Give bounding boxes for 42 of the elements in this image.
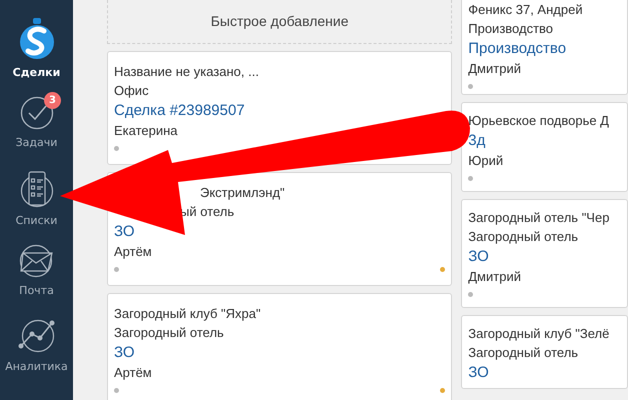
checkmark-circle-icon — [20, 96, 54, 130]
deal-card[interactable]: Загородный отель "Чер Загородный отель ЗО Дмитрий — [461, 199, 628, 308]
mail-envelope-icon — [18, 244, 54, 278]
owner-name: Екатерина — [114, 123, 178, 138]
list-document-icon — [20, 170, 54, 208]
deal-title: Загородный отель "Чер — [468, 210, 610, 225]
sidebar-item[interactable]: Почта — [0, 240, 73, 314]
deal-link[interactable]: ЗО — [468, 364, 489, 381]
deal-link[interactable]: Производство — [468, 40, 566, 57]
owner-name: Артём — [114, 244, 152, 259]
deal-category: Загородный отель — [468, 345, 578, 360]
deal-card[interactable]: Юрьевское подворье Д 3д Юрий — [461, 102, 628, 192]
owner-name: Дмитрий — [468, 61, 521, 76]
sidebar-item[interactable]: Сделки — [0, 6, 73, 92]
sidebar-item[interactable]: Списки — [0, 166, 73, 240]
owner-name: Юрий — [468, 153, 504, 168]
quick-add-button[interactable]: Быстрое добавление — [107, 0, 452, 44]
deal-link[interactable]: ЗО — [114, 223, 135, 240]
deal-title: Юрьевское подворье Д — [468, 113, 609, 128]
sidebar-item[interactable]: Аналитика — [0, 314, 73, 388]
deal-title: Феникс 37, Андрей — [468, 2, 583, 17]
deal-link[interactable]: ЗО — [468, 248, 489, 265]
deal-title: Загородный клуб "Яхра" — [114, 306, 261, 321]
deal-link[interactable]: 3д — [468, 132, 486, 149]
deal-category: Офис — [114, 83, 149, 98]
deal-link[interactable]: ЗО — [114, 344, 135, 361]
dollar-logo-icon — [18, 18, 54, 60]
deal-category: Производство — [468, 21, 554, 36]
sidebar-item[interactable]: Задачи 3 — [0, 92, 73, 166]
line-chart-circle-icon — [16, 318, 56, 354]
deal-card[interactable]: Загородный клуб "Зелё Загородный отель ЗО — [461, 315, 628, 389]
count-badge: 3 — [44, 92, 61, 109]
deal-category: Загородный отель — [114, 325, 224, 340]
deal-link[interactable]: Сделка #23989507 — [114, 102, 245, 119]
owner-name: Дмитрий — [468, 269, 521, 284]
deal-title: Экстримлэнд" — [200, 185, 285, 200]
deal-title: Загородный клуб "Зелё — [468, 326, 610, 341]
deal-card[interactable]: Загородный клуб "Яхра" Загородный отель ЗО Артём — [107, 293, 452, 400]
owner-name: Артём — [114, 365, 152, 380]
deal-card[interactable]: Феникс 37, Андрей Производство Производство Дмитрий — [461, 0, 628, 95]
deal-category: Загородный отель — [468, 229, 578, 244]
deal-title: Название не указано, ... — [114, 64, 259, 79]
